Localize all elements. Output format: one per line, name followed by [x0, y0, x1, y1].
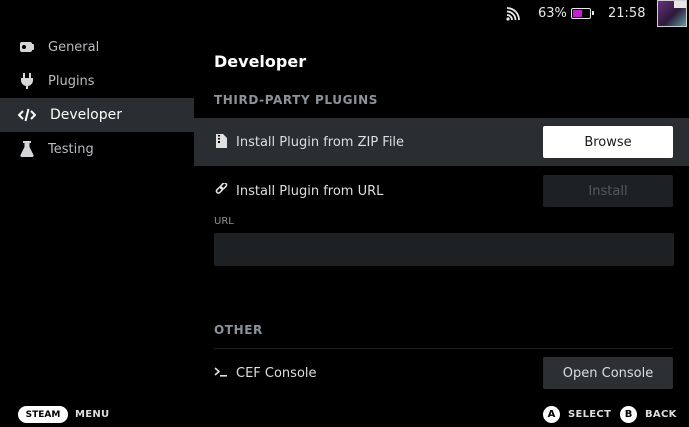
b-button-icon[interactable]: B: [620, 406, 637, 423]
sidebar-item-plugins[interactable]: Plugins: [0, 64, 194, 98]
url-input[interactable]: [214, 233, 674, 266]
a-button-icon[interactable]: A: [543, 406, 560, 423]
footer-bar: STEAM MENU A SELECT B BACK: [0, 401, 689, 427]
plug-icon: [18, 72, 36, 90]
install-url-label: Install Plugin from URL: [236, 183, 384, 199]
install-url-row: Install Plugin from URL Install: [194, 167, 689, 215]
cef-console-label: CEF Console: [236, 365, 317, 381]
status-bar: 63% 21:58: [0, 0, 689, 28]
sidebar-item-label: General: [48, 39, 100, 55]
install-button[interactable]: Install: [543, 175, 673, 207]
sidebar: General Plugins Developer Testing: [0, 30, 194, 166]
section-header-other: OTHER: [214, 323, 263, 337]
install-zip-label: Install Plugin from ZIP File: [236, 134, 405, 150]
sidebar-item-developer[interactable]: Developer: [0, 98, 194, 132]
select-hint: SELECT: [568, 409, 612, 420]
zip-file-icon: [214, 133, 228, 151]
browse-button[interactable]: Browse: [543, 126, 673, 158]
avatar[interactable]: [657, 0, 687, 27]
open-console-button[interactable]: Open Console: [543, 357, 673, 389]
battery-percent: 63%: [538, 6, 567, 21]
steam-button[interactable]: STEAM: [18, 406, 68, 423]
gamepad-icon: [18, 38, 36, 56]
sidebar-item-general[interactable]: General: [0, 30, 194, 64]
cef-console-row: CEF Console Open Console: [194, 349, 689, 397]
section-header-third-party-plugins: THIRD-PARTY PLUGINS: [214, 93, 378, 107]
sidebar-item-label: Plugins: [48, 73, 95, 89]
terminal-icon: [214, 366, 228, 381]
sidebar-item-label: Developer: [50, 107, 123, 123]
code-icon: [18, 106, 36, 124]
clock: 21:58: [608, 6, 646, 21]
link-icon: [214, 182, 228, 199]
wifi-icon: [506, 7, 520, 21]
sidebar-item-testing[interactable]: Testing: [0, 132, 194, 166]
install-zip-row: Install Plugin from ZIP File Browse: [194, 118, 689, 166]
url-field-label: URL: [214, 216, 234, 227]
sidebar-item-label: Testing: [48, 141, 94, 157]
page-title: Developer: [214, 52, 307, 71]
back-hint: BACK: [645, 409, 677, 420]
battery-icon: [571, 8, 594, 19]
battery-level-fill: [573, 10, 583, 17]
menu-hint: MENU: [75, 409, 110, 420]
flask-icon: [18, 140, 36, 158]
